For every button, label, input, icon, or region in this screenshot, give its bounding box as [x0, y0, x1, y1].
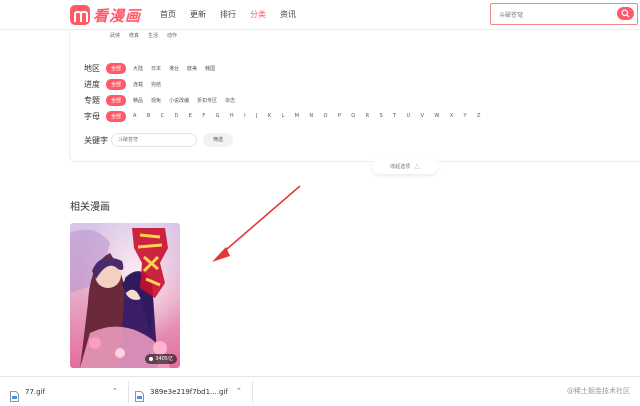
chevron-up-icon[interactable]: ⌃: [236, 387, 242, 395]
page: 看漫画 首页 更新 排行 分类 资讯 武侠 修真 生活 动作 地区 全部: [0, 0, 640, 406]
watermark: @稀土掘金技术社区: [567, 387, 630, 395]
download-item[interactable]: 389e3e219f7bd1....gif: [135, 377, 228, 406]
file-icon: [10, 387, 19, 402]
chevron-up-icon[interactable]: ⌃: [112, 387, 118, 395]
download-filename: 389e3e219f7bd1....gif: [150, 388, 228, 396]
download-filename: 77.gif: [25, 388, 45, 396]
downloads-bar: 77.gif ⌃ 389e3e219f7bd1....gif ⌃: [0, 376, 640, 406]
divider: [128, 381, 129, 403]
divider: [252, 381, 253, 403]
annotation-arrow: [212, 185, 301, 262]
file-icon: [135, 387, 144, 402]
download-item[interactable]: 77.gif: [10, 377, 45, 406]
